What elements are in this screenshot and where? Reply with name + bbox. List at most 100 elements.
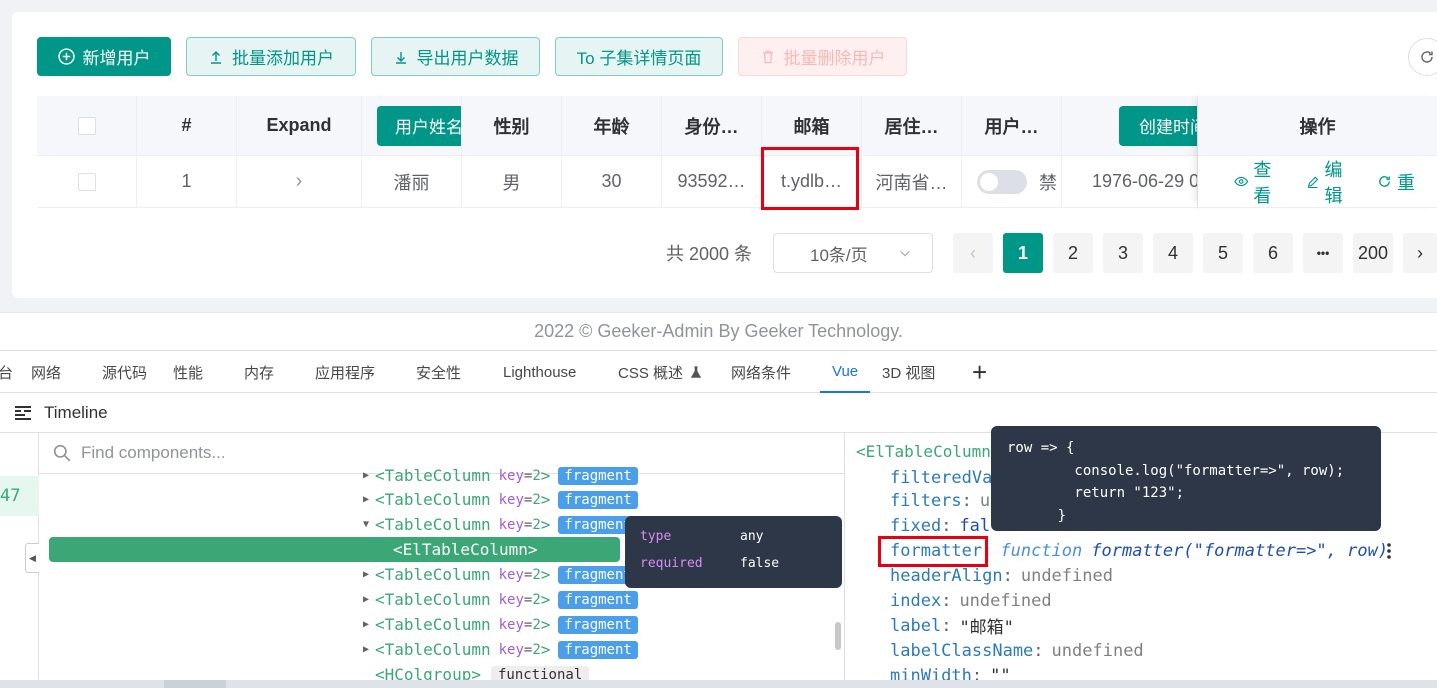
tab-network[interactable]: 网络: [31, 351, 61, 393]
page-3[interactable]: 3: [1103, 233, 1143, 273]
row-created: 1976-06-29 07: [1062, 156, 1198, 207]
row-select: [37, 156, 137, 207]
page-size-value: 10条/页: [810, 245, 868, 265]
chevron-down-icon: [900, 250, 910, 257]
page-2[interactable]: 2: [1053, 233, 1093, 273]
page-5[interactable]: 5: [1203, 233, 1243, 273]
gutter-line-number: 47: [0, 476, 39, 516]
upload-icon: [211, 50, 221, 64]
row-address: 河南省…: [862, 156, 962, 207]
fragment-badge: fragment: [558, 590, 638, 609]
prop-row[interactable]: filters: u: [890, 488, 990, 513]
batch-add-button[interactable]: 批量添加用户: [186, 37, 356, 76]
row-index: 1: [137, 156, 237, 207]
eye-icon: [1234, 176, 1249, 187]
email-cell-highlight: [761, 147, 859, 210]
row-gender: 男: [462, 156, 562, 207]
tab-css-overview[interactable]: CSS 概述: [618, 351, 703, 393]
prop-row[interactable]: labelClassName: undefined: [890, 638, 1144, 663]
more-vertical-icon[interactable]: [1383, 541, 1395, 561]
prop-row[interactable]: label: "邮箱": [890, 613, 1014, 639]
tab-lighthouse[interactable]: Lighthouse: [503, 351, 576, 393]
prop-row[interactable]: index: undefined: [890, 588, 1052, 613]
add-tab-button[interactable]: +: [972, 351, 987, 393]
more-pages-button[interactable]: •••: [1303, 233, 1343, 273]
pagination-total: 共 2000 条: [666, 244, 753, 264]
tree-node[interactable]: ▶ <TableColumn key = 2 > fragment: [359, 612, 839, 637]
tree-scrollbar[interactable]: [835, 622, 841, 650]
page-1[interactable]: 1: [1003, 233, 1043, 273]
page-size-select[interactable]: 10条/页: [773, 233, 933, 273]
prop-type-tooltip: type any required false: [625, 516, 842, 588]
formatter-highlight: [878, 536, 988, 567]
tab-memory[interactable]: 内存: [244, 351, 274, 393]
selected-component-row[interactable]: <ElTableColumn>: [49, 537, 620, 562]
devtools-tab-bar: 台 网络 源代码 性能 内存 应用程序 安全性 Lighthouse CSS 概…: [0, 351, 1437, 393]
row-expand-toggle[interactable]: ›: [237, 156, 362, 207]
header-select-all: [37, 96, 137, 155]
timeline-icon: [15, 405, 31, 420]
export-button[interactable]: 导出用户数据: [371, 37, 540, 76]
tree-node[interactable]: ▶ <TableColumn key = 2 > fragment: [359, 463, 839, 488]
select-all-checkbox[interactable]: [77, 116, 96, 135]
add-user-button[interactable]: 新增用户: [37, 37, 171, 76]
batch-delete-button[interactable]: 批量删除用户: [738, 37, 907, 76]
to-detail-button[interactable]: To 子集详情页面: [555, 37, 723, 76]
reset-label: 重: [1397, 172, 1415, 193]
next-page-button[interactable]: ›: [1403, 233, 1437, 273]
collapse-sidebar-button[interactable]: ◀: [25, 543, 39, 573]
tab-3d-view[interactable]: 3D 视图: [882, 351, 935, 393]
row-idcard: 93592…: [662, 156, 762, 207]
row-age: 30: [562, 156, 662, 207]
header-address: 居住…: [862, 96, 962, 155]
edit-link[interactable]: 编辑: [1306, 156, 1355, 208]
operation-column: 操作 查看 编辑 重: [1198, 96, 1437, 208]
tab-console[interactable]: 台: [0, 351, 13, 393]
tab-css-overview-label: CSS 概述: [618, 364, 684, 382]
page-footer: 2022 © Geeker-Admin By Geeker Technology…: [0, 312, 1437, 350]
horizontal-scrollbar-thumb[interactable]: [164, 680, 226, 688]
page-4[interactable]: 4: [1153, 233, 1193, 273]
header-username: 用户姓名: [362, 96, 462, 155]
status-switch[interactable]: [977, 169, 1027, 194]
user-table: # Expand 用户姓名 性别 年龄 身份… 邮箱 居住… 用户… 创建时间 …: [37, 96, 1437, 208]
view-link[interactable]: 查看: [1234, 156, 1284, 208]
tab-performance[interactable]: 性能: [173, 351, 203, 393]
tab-application[interactable]: 应用程序: [315, 351, 375, 393]
download-icon: [395, 51, 406, 64]
header-status: 用户…: [962, 96, 1062, 155]
prop-row[interactable]: fixed: fal: [890, 513, 990, 538]
left-gutter: 47 ◀: [0, 432, 39, 688]
edit-label: 编辑: [1324, 159, 1343, 206]
fragment-badge: fragment: [558, 490, 638, 509]
timeline-label: Timeline: [44, 402, 108, 422]
batch-add-label: 批量添加用户: [232, 49, 334, 68]
refresh-icon: [1421, 51, 1433, 63]
tab-vue[interactable]: Vue: [820, 351, 871, 393]
row-status: 禁: [962, 156, 1062, 207]
created-sort-button[interactable]: 创建时间: [1119, 105, 1197, 146]
tree-node[interactable]: ▶ <TableColumn key = 2 > fragment: [359, 637, 839, 662]
fragment-badge: fragment: [558, 640, 638, 659]
status-text: 禁: [1039, 172, 1057, 193]
fragment-badge: fragment: [558, 466, 638, 485]
row-checkbox[interactable]: [77, 172, 96, 191]
tree-node[interactable]: ▶ <TableColumn key = 2 > fragment: [359, 487, 839, 512]
prev-page-button[interactable]: ‹: [953, 233, 993, 273]
page-6[interactable]: 6: [1253, 233, 1293, 273]
edit-icon: [1307, 176, 1319, 188]
prop-row[interactable]: filteredVa: [890, 465, 992, 490]
page-last[interactable]: 200: [1353, 233, 1393, 273]
tree-node[interactable]: ▶ <TableColumn key = 2 > fragment: [359, 587, 839, 612]
header-operation: 操作: [1198, 96, 1437, 156]
header-gender: 性别: [462, 96, 562, 155]
tab-network-conditions[interactable]: 网络条件: [731, 351, 791, 393]
search-input[interactable]: [81, 442, 681, 463]
username-sort-button[interactable]: 用户姓名: [377, 105, 461, 146]
row-username[interactable]: 潘丽: [362, 156, 462, 207]
tab-sources[interactable]: 源代码: [102, 351, 147, 393]
formatter-source-tooltip: row => { console.log("formatter=>", row)…: [991, 426, 1381, 531]
reset-link[interactable]: 重: [1377, 169, 1415, 195]
header-idcard: 身份…: [662, 96, 762, 155]
tab-security[interactable]: 安全性: [416, 351, 461, 393]
